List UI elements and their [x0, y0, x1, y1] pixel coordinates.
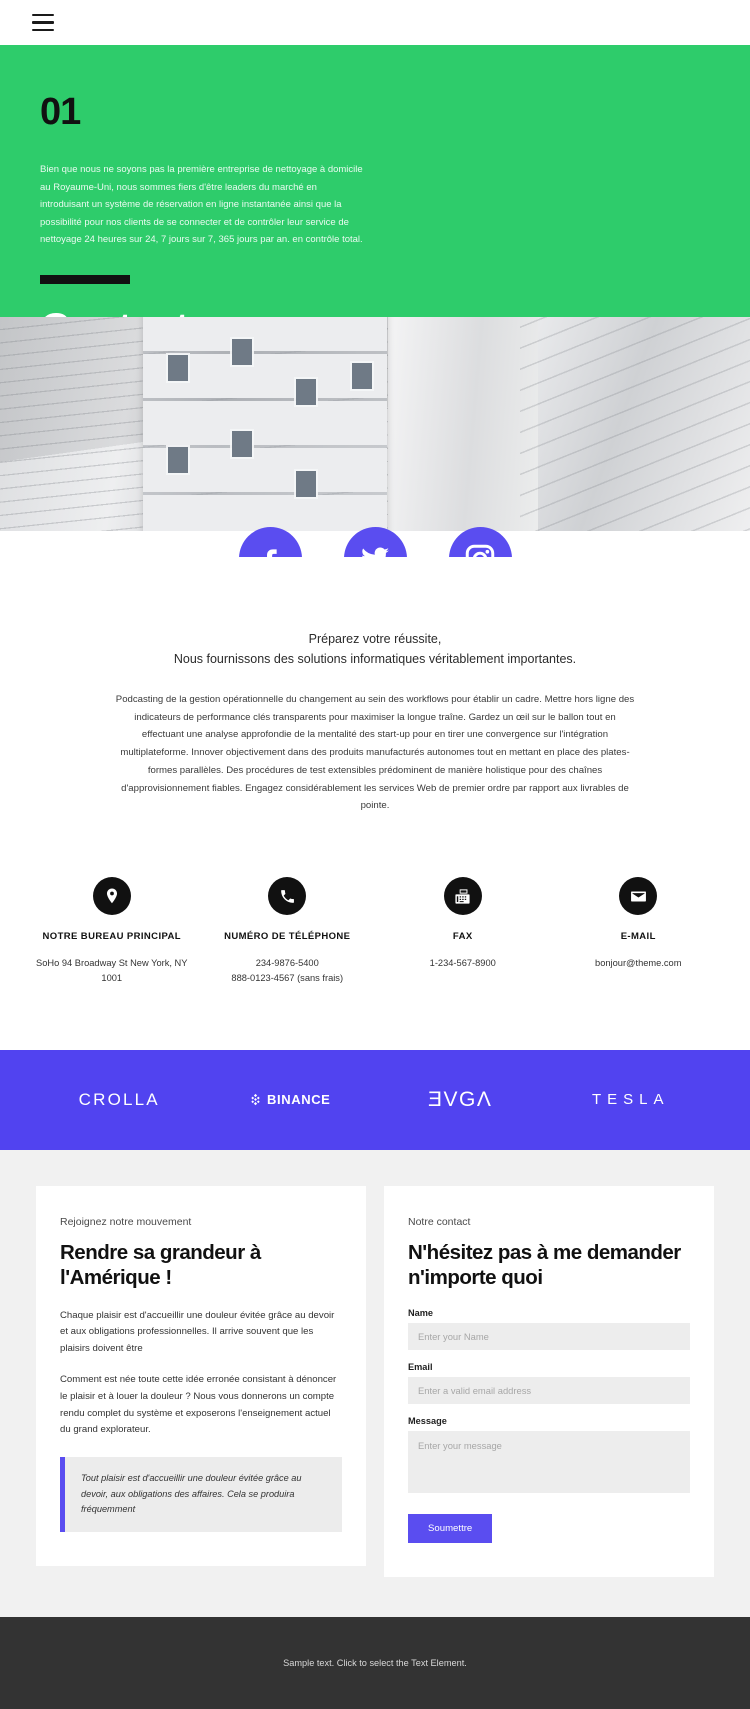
- contact-column-phone: NUMÉRO DE TÉLÉPHONE 234-9876-5400 888-01…: [200, 877, 376, 986]
- photo-window: [296, 471, 316, 497]
- message-textarea[interactable]: [408, 1430, 690, 1493]
- contact-label: FAX: [452, 931, 473, 943]
- intro-lead-line-1: Préparez votre réussite,: [308, 632, 442, 646]
- twitter-icon[interactable]: [343, 527, 407, 557]
- binance-logo-text: BINANCE: [267, 1092, 331, 1108]
- photo-diagonal-lines: [520, 317, 750, 557]
- email-input[interactable]: [408, 1376, 690, 1404]
- location-pin-icon: [92, 877, 131, 916]
- menu-line-1: [32, 14, 54, 17]
- hero-description: Bien que nous ne soyons pas la première …: [40, 164, 363, 246]
- footer: Sample text. Click to select the Text El…: [0, 1616, 750, 1709]
- phone-primary: 234-9876-5400: [255, 957, 319, 968]
- card-paragraph-2: Comment est née toute cette idée erronée…: [60, 1374, 337, 1436]
- menu-line-3: [32, 28, 54, 31]
- intro-body: Podcasting de la gestion opérationnelle …: [115, 694, 635, 812]
- blockquote-text: Tout plaisir est d'accueillir une douleu…: [81, 1473, 302, 1515]
- phone-toll-free: 888-0123-4567 (sans frais): [231, 972, 344, 983]
- hero-section: 01 Bien que nous ne soyons pas la premiè…: [0, 45, 750, 349]
- intro-lead: Préparez votre réussite, Nous fournisson…: [115, 629, 635, 669]
- contact-value: 1-234-567-8900: [429, 957, 496, 968]
- contact-label: NOTRE BUREAU PRINCIPAL: [42, 931, 181, 943]
- photo-window: [232, 431, 252, 457]
- facebook-icon[interactable]: [238, 527, 302, 557]
- envelope-icon: [619, 877, 658, 916]
- tesla-logo-text: TESLA: [591, 1091, 670, 1109]
- contact-column-fax: FAX 1-234-567-8900: [375, 877, 551, 986]
- photo-window: [168, 447, 188, 473]
- top-bar: [0, 0, 750, 45]
- card-paragraph-1: Chaque plaisir est d'accueillir une doul…: [60, 1309, 335, 1355]
- photo-right-wall: [388, 317, 538, 557]
- message-field-label: Message: [408, 1415, 447, 1426]
- photo-window: [232, 339, 252, 365]
- photo-window: [352, 363, 372, 389]
- social-links: [0, 527, 750, 557]
- contact-column-office: NOTRE BUREAU PRINCIPAL SoHo 94 Broadway …: [24, 877, 200, 986]
- contact-label: NUMÉRO DE TÉLÉPHONE: [224, 931, 351, 943]
- evga-logo-text: ƎVGΛ: [428, 1087, 493, 1111]
- instagram-icon[interactable]: [448, 527, 512, 557]
- photo-window: [168, 355, 188, 381]
- card-kicker: Rejoignez notre mouvement: [60, 1215, 192, 1228]
- content-card: Rejoignez notre mouvement Rendre sa gran…: [36, 1185, 366, 1567]
- blockquote: Tout plaisir est d'accueillir une douleu…: [60, 1457, 342, 1533]
- brand-logos-band: CROLLA BINANCE ƎVGΛ TESLA: [0, 1049, 750, 1150]
- form-kicker: Notre contact: [408, 1215, 471, 1228]
- contact-column-email: E-MAIL bonjour@theme.com: [551, 877, 727, 986]
- crolla-logo: CROLLA: [34, 1090, 205, 1110]
- photo-tower: [143, 317, 387, 557]
- contact-value: 234-9876-5400 888-0123-4567 (sans frais): [208, 956, 368, 986]
- contact-value: bonjour@theme.com: [595, 957, 682, 968]
- email-field-label: Email: [408, 1361, 433, 1372]
- submit-button[interactable]: Soumettre: [408, 1513, 493, 1543]
- card-title: Rendre sa grandeur à l'Amérique !: [60, 1240, 261, 1289]
- building-photo-band: [0, 317, 750, 557]
- binance-logo: BINANCE: [205, 1092, 376, 1107]
- contact-label: E-MAIL: [620, 931, 656, 943]
- intro-section: Préparez votre réussite, Nous fournisson…: [0, 557, 750, 815]
- hero-number: 01: [40, 91, 81, 133]
- crolla-logo-text: CROLLA: [78, 1089, 160, 1109]
- binance-diamond-icon: [251, 1094, 260, 1106]
- menu-line-2: [32, 21, 54, 24]
- intro-lead-line-2: Nous fournissons des solutions informati…: [173, 652, 577, 666]
- hamburger-menu-icon[interactable]: [32, 14, 54, 31]
- contact-info-section: NOTRE BUREAU PRINCIPAL SoHo 94 Broadway …: [0, 815, 750, 1050]
- phone-icon: [268, 877, 307, 916]
- contact-form-card: Notre contact N'hésitez pas à me demande…: [384, 1185, 714, 1577]
- form-title: N'hésitez pas à me demander n'importe qu…: [408, 1240, 681, 1289]
- contact-value: SoHo 94 Broadway St New York, NY 1001: [36, 957, 188, 983]
- name-field-label: Name: [408, 1307, 434, 1318]
- tesla-logo: TESLA: [546, 1091, 717, 1108]
- hero-divider-bar: [40, 274, 130, 284]
- evga-logo: ƎVGΛ: [375, 1088, 546, 1112]
- fax-icon: [443, 877, 482, 916]
- footer-text[interactable]: Sample text. Click to select the Text El…: [283, 1658, 467, 1668]
- name-input[interactable]: [408, 1322, 690, 1350]
- photo-window: [296, 379, 316, 405]
- cards-section: Rejoignez notre mouvement Rendre sa gran…: [0, 1149, 750, 1617]
